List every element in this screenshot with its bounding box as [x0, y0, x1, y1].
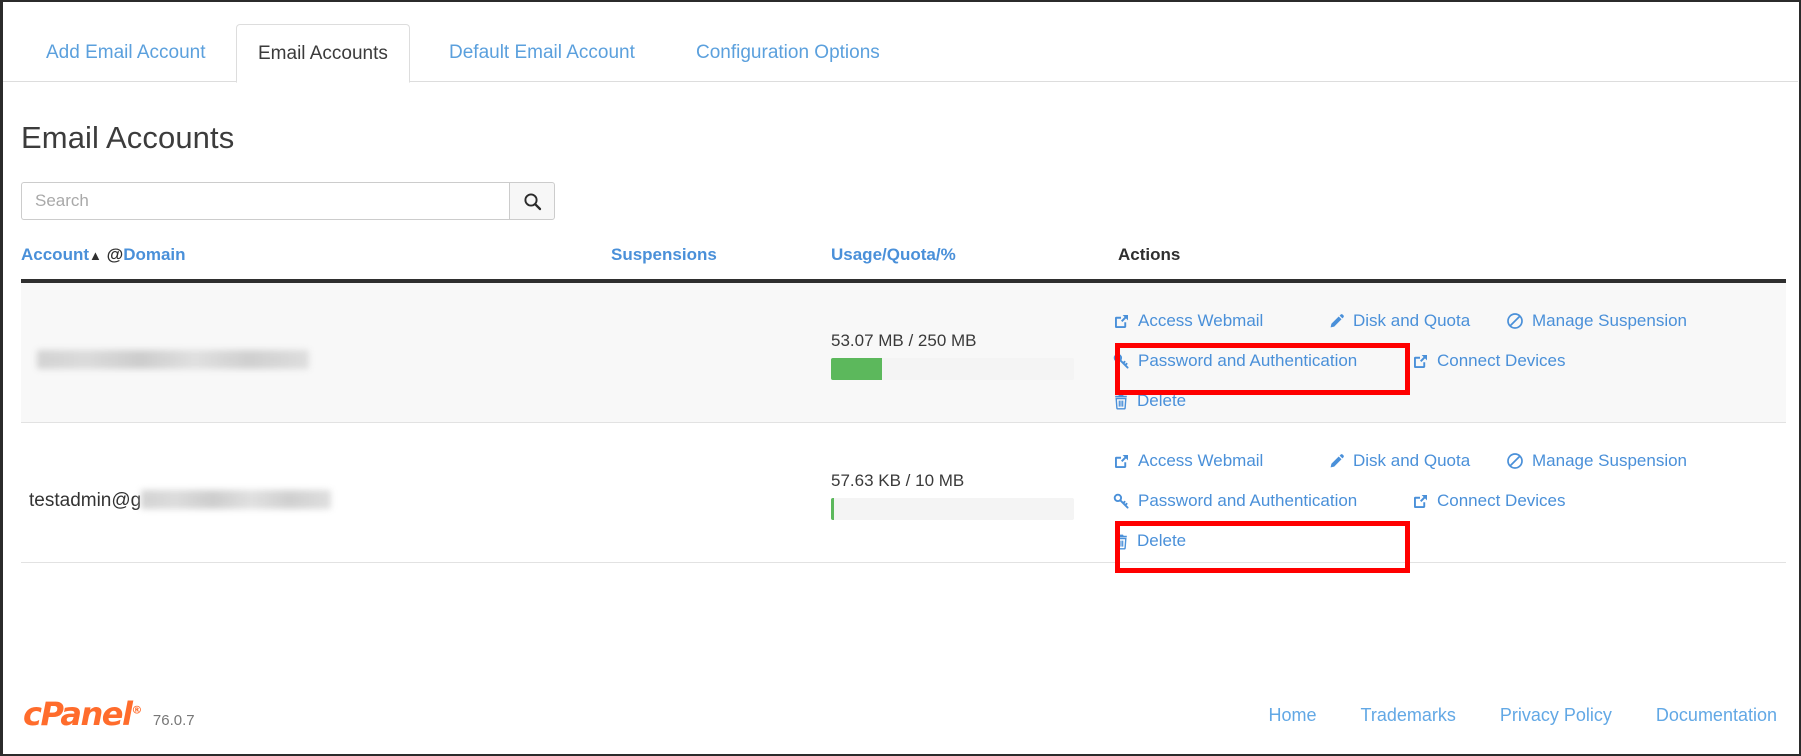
- column-header-actions: Actions: [1118, 245, 1180, 265]
- key-icon: [1113, 493, 1130, 510]
- usage-progress-fill: [831, 498, 834, 520]
- sort-suspensions-link[interactable]: Suspensions: [611, 245, 717, 264]
- tab-configuration-options[interactable]: Configuration Options: [675, 24, 901, 82]
- page-title: Email Accounts: [21, 120, 234, 156]
- tab-bar: Add Email Account Email Accounts Default…: [3, 24, 1798, 82]
- external-link-icon: [1113, 313, 1130, 330]
- cpanel-version: 76.0.7: [153, 712, 195, 729]
- action-password-and-authentication[interactable]: Password and Authentication: [1113, 481, 1357, 521]
- tab-label: Add Email Account: [46, 42, 205, 63]
- tab-label: Default Email Account: [449, 42, 635, 63]
- action-disk-and-quota[interactable]: Disk and Quota: [1328, 301, 1470, 341]
- key-icon: [1113, 353, 1130, 370]
- search-input[interactable]: [21, 182, 509, 220]
- action-connect-devices[interactable]: Connect Devices: [1412, 481, 1566, 521]
- sort-usage-link[interactable]: Usage: [831, 245, 882, 264]
- search-group: [21, 182, 555, 220]
- action-label: Delete: [1137, 381, 1186, 421]
- cell-actions: Access Webmail Disk and Quota: [1113, 301, 1773, 421]
- action-row-3: Delete: [1113, 381, 1773, 421]
- sort-percent-link[interactable]: %: [941, 245, 956, 264]
- action-disk-and-quota[interactable]: Disk and Quota: [1328, 441, 1470, 481]
- cell-actions: Access Webmail Disk and Quota: [1113, 441, 1773, 561]
- trash-icon: [1113, 533, 1129, 550]
- external-link-icon: [1412, 353, 1429, 370]
- ban-icon: [1506, 452, 1524, 470]
- action-manage-suspension[interactable]: Manage Suspension: [1506, 441, 1687, 481]
- action-label: Access Webmail: [1138, 441, 1263, 481]
- sort-account-link[interactable]: Account: [21, 245, 89, 264]
- column-header-usage-quota-percent: Usage/Quota/%: [831, 245, 956, 265]
- action-connect-devices[interactable]: Connect Devices: [1412, 341, 1566, 381]
- sort-caret-icon: ▲: [89, 248, 102, 263]
- external-link-icon: [1412, 493, 1429, 510]
- usage-progress-bar: [831, 498, 1074, 520]
- action-row-3: Delete: [1113, 521, 1773, 561]
- action-password-and-authentication[interactable]: Password and Authentication: [1113, 341, 1357, 381]
- sort-domain-link[interactable]: Domain: [123, 245, 185, 264]
- action-row-1: Access Webmail Disk and Quota: [1113, 301, 1773, 341]
- trash-icon: [1113, 393, 1129, 410]
- action-label: Manage Suspension: [1532, 441, 1687, 481]
- tab-label: Email Accounts: [258, 43, 388, 64]
- cell-usage: 53.07 MB / 250 MB: [831, 331, 1074, 380]
- column-header-account-domain: Account▲ @Domain: [21, 245, 186, 265]
- action-label: Connect Devices: [1437, 341, 1566, 381]
- table-row: testadmin@g 57.63 KB / 10 MB: [21, 423, 1786, 563]
- action-row-2: Password and Authentication Connect Devi…: [1113, 481, 1773, 521]
- action-label: Password and Authentication: [1138, 341, 1357, 381]
- footer-links: Home Trademarks Privacy Policy Documenta…: [1269, 705, 1777, 726]
- external-link-icon: [1113, 453, 1130, 470]
- tab-label: Configuration Options: [696, 42, 880, 63]
- usage-progress-fill: [831, 358, 882, 380]
- table-header-row: Account▲ @Domain Suspensions Usage/Quota…: [21, 245, 1786, 283]
- cpanel-email-accounts-page: Add Email Account Email Accounts Default…: [0, 0, 1801, 756]
- cell-usage: 57.63 KB / 10 MB: [831, 471, 1074, 520]
- footer-link-privacy-policy[interactable]: Privacy Policy: [1500, 705, 1612, 726]
- footer-link-documentation[interactable]: Documentation: [1656, 705, 1777, 726]
- tab-add-email-account[interactable]: Add Email Account: [25, 24, 226, 82]
- action-delete[interactable]: Delete: [1113, 381, 1186, 421]
- action-label: Password and Authentication: [1138, 481, 1357, 521]
- action-row-1: Access Webmail Disk and Quota: [1113, 441, 1773, 481]
- action-delete[interactable]: Delete: [1113, 521, 1186, 561]
- sort-quota-link[interactable]: Quota: [887, 245, 936, 264]
- footer-link-trademarks[interactable]: Trademarks: [1361, 705, 1456, 726]
- column-header-suspensions: Suspensions: [611, 245, 717, 265]
- action-access-webmail[interactable]: Access Webmail: [1113, 441, 1263, 481]
- cpanel-logo: cPanel® 76.0.7: [23, 698, 195, 730]
- search-icon: [523, 192, 542, 211]
- email-accounts-table: Account▲ @Domain Suspensions Usage/Quota…: [21, 245, 1786, 563]
- tab-email-accounts[interactable]: Email Accounts: [236, 24, 410, 83]
- usage-text: 57.63 KB / 10 MB: [831, 471, 1074, 491]
- table-row: 53.07 MB / 250 MB Access Webmail: [21, 283, 1786, 423]
- cell-account-email: [29, 350, 309, 372]
- search-button[interactable]: [509, 182, 555, 220]
- tab-default-email-account[interactable]: Default Email Account: [428, 24, 656, 82]
- ban-icon: [1506, 312, 1524, 330]
- pencil-icon: [1328, 453, 1345, 470]
- action-label: Disk and Quota: [1353, 301, 1470, 341]
- pencil-icon: [1328, 313, 1345, 330]
- usage-text: 53.07 MB / 250 MB: [831, 331, 1074, 351]
- cpanel-wordmark: cPanel®: [23, 698, 141, 730]
- action-manage-suspension[interactable]: Manage Suspension: [1506, 301, 1687, 341]
- action-label: Connect Devices: [1437, 481, 1566, 521]
- action-label: Disk and Quota: [1353, 441, 1470, 481]
- cell-account-email: testadmin@g: [29, 490, 331, 512]
- footer-link-home[interactable]: Home: [1269, 705, 1317, 726]
- redacted-email-block: [141, 490, 331, 509]
- action-access-webmail[interactable]: Access Webmail: [1113, 301, 1263, 341]
- action-label: Access Webmail: [1138, 301, 1263, 341]
- redacted-email-block: [37, 350, 309, 369]
- at-symbol: @: [107, 245, 124, 264]
- usage-progress-bar: [831, 358, 1074, 380]
- action-label: Delete: [1137, 521, 1186, 561]
- action-row-2: Password and Authentication Connect Devi…: [1113, 341, 1773, 381]
- action-label: Manage Suspension: [1532, 301, 1687, 341]
- account-email-text: testadmin@g: [29, 490, 141, 511]
